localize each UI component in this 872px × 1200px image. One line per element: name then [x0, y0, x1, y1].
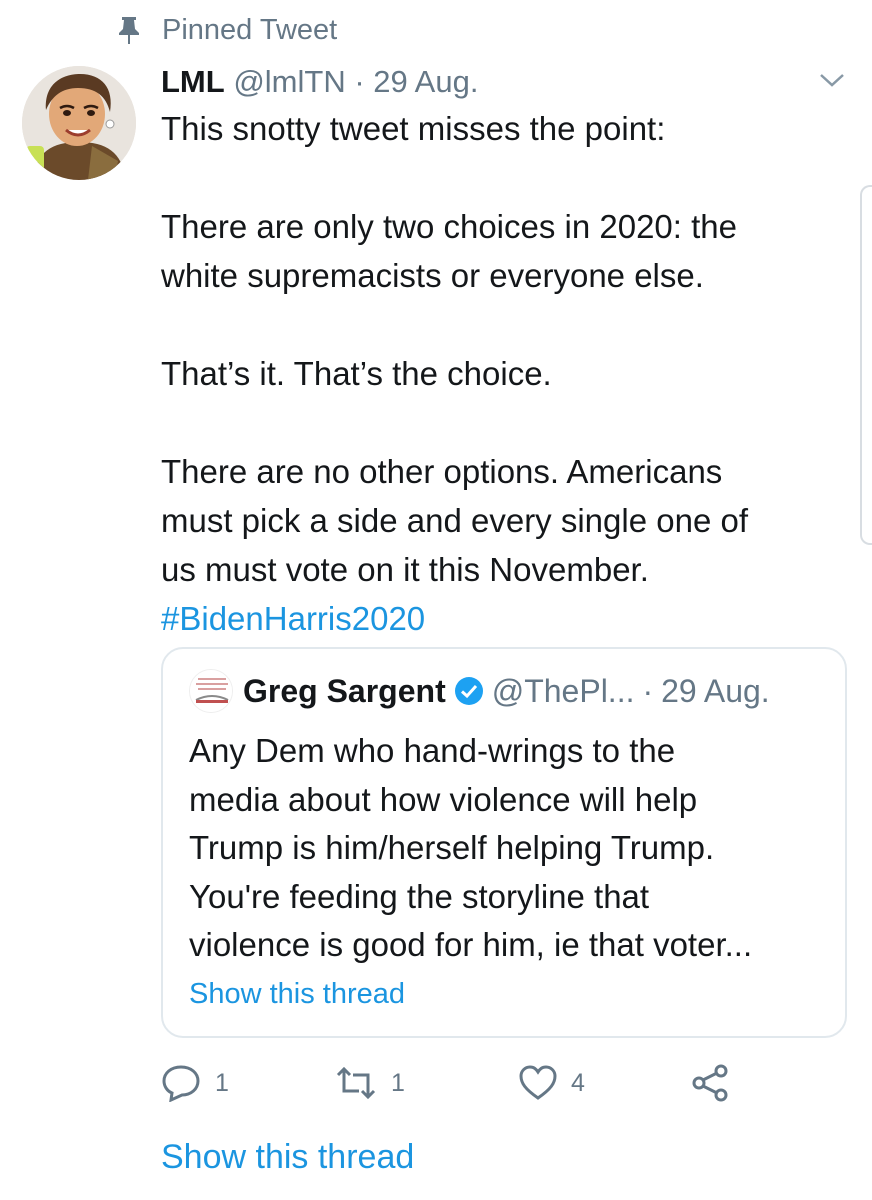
separator: ·	[642, 673, 654, 709]
scrollbar[interactable]	[860, 185, 872, 545]
pin-icon	[104, 15, 154, 45]
share-button[interactable]	[691, 1060, 743, 1106]
tweet-line: must pick a side and every single one of	[161, 502, 748, 539]
like-button[interactable]: 4	[519, 1060, 585, 1106]
tweet-line: There are only two choices in 2020: the	[161, 208, 738, 245]
reply-button[interactable]: 1	[161, 1060, 229, 1106]
quoted-line: Trump is him/herself helping Trump.	[189, 829, 715, 866]
verified-badge-icon	[454, 676, 484, 706]
pinned-tweet-text: Pinned Tweet	[162, 13, 338, 46]
like-count: 4	[571, 1068, 585, 1097]
quoted-line: You're feeding the storyline that	[189, 877, 650, 915]
tweet-text: This snotty tweet misses the point: Ther…	[161, 104, 851, 643]
reply-count: 1	[215, 1068, 229, 1097]
quoted-show-thread-link[interactable]: Show this thread	[189, 970, 819, 1018]
tweet-line: us must vote on it this November.	[161, 551, 649, 588]
separator: ·	[354, 64, 365, 99]
tweet-line: There are no other options. Americans	[161, 453, 723, 490]
retweet-icon	[336, 1066, 376, 1100]
quoted-author-handle[interactable]: @ThePl...	[492, 669, 635, 713]
hashtag-link[interactable]: #BidenHarris2020	[161, 594, 851, 643]
tweet[interactable]: LML @lmlTN · 29 Aug. This snotty tweet m…	[161, 60, 851, 643]
quoted-tweet-text: Any Dem who hand-wrings to the media abo…	[189, 727, 819, 970]
quoted-tweet-header: Greg Sargent @ThePl... · 29 Aug.	[189, 669, 819, 713]
heart-icon	[519, 1065, 557, 1100]
avatar[interactable]	[22, 66, 136, 180]
quoted-avatar[interactable]	[189, 669, 233, 713]
author-handle[interactable]: @lmlTN	[233, 64, 345, 99]
pinned-tweet-label: Pinned Tweet	[104, 12, 337, 48]
tweet-header: LML @lmlTN · 29 Aug.	[161, 60, 851, 104]
tweet-line: That’s it. That’s the choice.	[161, 355, 552, 392]
tweet-line: white supremacists or everyone else.	[161, 257, 704, 294]
tweet-date[interactable]: 29 Aug.	[373, 64, 478, 99]
quoted-line: media about how violence will help	[189, 780, 698, 818]
chevron-down-icon[interactable]	[818, 70, 846, 90]
tweet-line: This snotty tweet misses the point:	[161, 110, 666, 147]
retweet-count: 1	[391, 1068, 405, 1097]
show-thread-link[interactable]: Show this thread	[161, 1134, 414, 1180]
share-icon	[692, 1064, 728, 1102]
quoted-tweet-date[interactable]: 29 Aug.	[661, 669, 770, 713]
quoted-tweet[interactable]: Greg Sargent @ThePl... · 29 Aug. Any Dem…	[161, 647, 847, 1038]
reply-icon	[162, 1065, 200, 1102]
tweet-actions: 1 1 4	[161, 1060, 761, 1106]
retweet-button[interactable]: 1	[335, 1060, 405, 1106]
quoted-line: violence is good for him, ie that voter.…	[189, 926, 753, 963]
quoted-author-name[interactable]: Greg Sargent	[243, 669, 446, 713]
quoted-line: Any Dem who hand-wrings to the	[189, 732, 676, 769]
author-name[interactable]: LML	[161, 64, 225, 99]
